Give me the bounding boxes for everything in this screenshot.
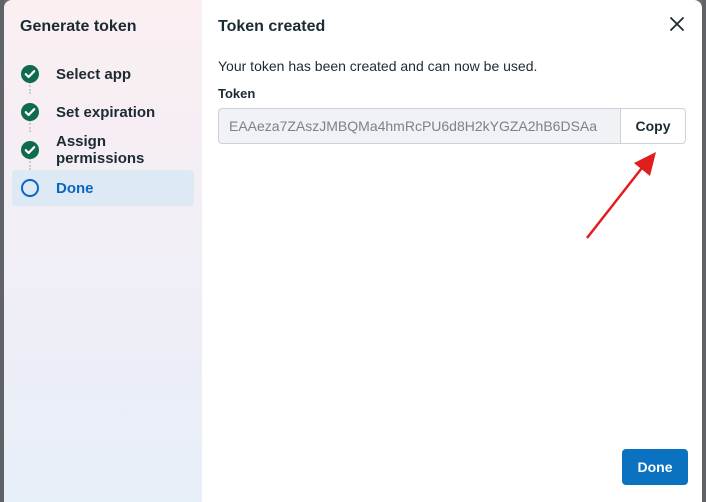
close-button[interactable] <box>666 15 688 37</box>
step-label: Set expiration <box>56 103 156 121</box>
step-label: Done <box>56 179 94 197</box>
step-assign-permissions[interactable]: Assign permissions <box>12 132 194 168</box>
step-list: Select app Set expiration Assign permiss… <box>4 56 202 206</box>
step-label: Assign permissions <box>56 133 145 167</box>
step-select-app[interactable]: Select app <box>12 56 194 92</box>
step-done[interactable]: Done <box>12 170 194 206</box>
step-set-expiration[interactable]: Set expiration <box>12 94 194 130</box>
token-created-panel: Token created Your token has been create… <box>202 0 702 502</box>
token-label: Token <box>218 86 256 101</box>
panel-title: Token created <box>218 18 326 35</box>
token-input[interactable] <box>218 108 620 144</box>
done-button[interactable]: Done <box>622 449 688 485</box>
token-field-group: Copy <box>218 108 686 144</box>
stepper-panel: Generate token Select app Set expiration <box>4 0 202 502</box>
empty-circle-icon <box>20 178 40 198</box>
panel-description: Your token has been created and can now … <box>218 58 538 74</box>
step-label: Select app <box>56 65 132 83</box>
check-circle-icon <box>20 64 40 84</box>
copy-button[interactable]: Copy <box>620 108 686 144</box>
close-icon <box>670 16 684 36</box>
check-circle-icon <box>20 140 40 160</box>
background-page-edge-right <box>702 0 706 502</box>
check-circle-icon <box>20 102 40 122</box>
stepper-title: Generate token <box>20 18 137 35</box>
generate-token-dialog: Generate token Select app Set expiration <box>4 0 702 502</box>
